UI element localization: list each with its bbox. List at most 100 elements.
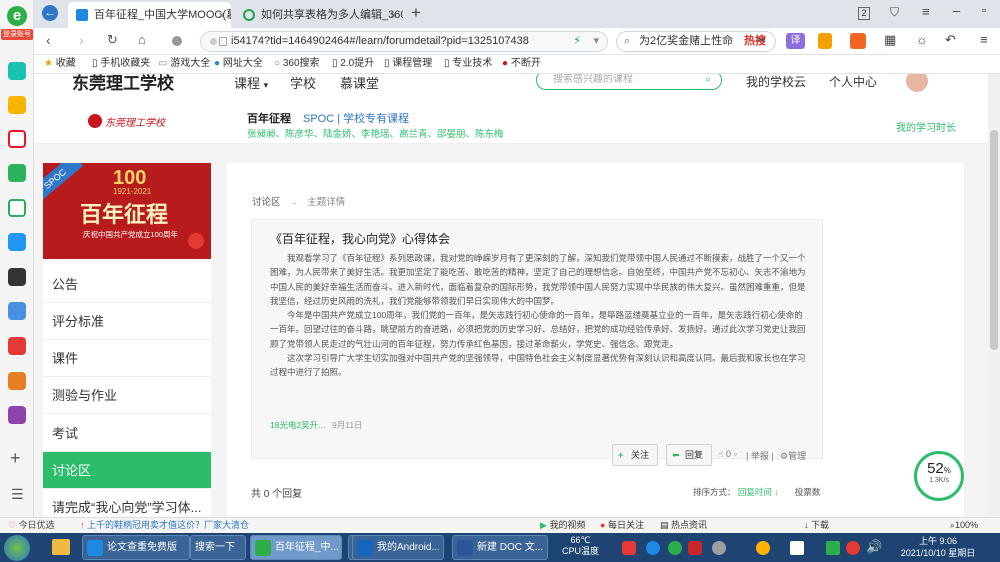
- nav-courses[interactable]: 课程 ▾: [234, 74, 268, 92]
- follow-button[interactable]: + 关注: [612, 444, 658, 466]
- shield-icon[interactable]: [818, 33, 832, 49]
- apps-grid-icon[interactable]: ▦: [884, 32, 896, 48]
- learning-time-link[interactable]: 我的学习时长: [896, 119, 956, 134]
- sort-by-votes[interactable]: 投票数: [795, 487, 821, 497]
- translate-button[interactable]: 译: [786, 33, 805, 49]
- taskbar-search[interactable]: 搜索一下: [190, 535, 246, 560]
- game-app-icon[interactable]: [8, 372, 26, 390]
- tray-icon-s[interactable]: [622, 541, 636, 555]
- maximize-icon[interactable]: ▫: [982, 3, 986, 17]
- ad-link[interactable]: ↑ 上千的鞋柄冠用卖才值这价？厂家大清仓: [80, 518, 249, 533]
- tray-icon-shield[interactable]: [668, 541, 682, 555]
- tray-icon-plus[interactable]: [826, 541, 840, 555]
- volume-icon[interactable]: 🔊: [866, 539, 882, 555]
- bookmark-sites[interactable]: ● 网址大全: [214, 55, 263, 73]
- more-icon[interactable]: ≡: [980, 32, 988, 47]
- course-banner[interactable]: SPOC 100 1921-2021 百年征程 庆祝中国共产党成立100周年: [43, 163, 211, 259]
- reload-icon[interactable]: ↻: [107, 32, 118, 48]
- tab-close-icon[interactable]: ×: [390, 2, 397, 28]
- my-videos-link[interactable]: ▶ 我的视频: [540, 518, 585, 533]
- menu-announcements[interactable]: 公告: [43, 266, 211, 303]
- menu-assignment[interactable]: 请完成“我心向党”学习体...: [43, 489, 211, 517]
- post-author[interactable]: 18光电2吴升...: [270, 419, 325, 431]
- menu-icon[interactable]: ≡: [922, 4, 930, 19]
- report-link[interactable]: | 举报 |: [746, 449, 774, 462]
- quicklaunch-folder-icon[interactable]: [52, 539, 70, 555]
- taskbar-doc[interactable]: 新建 DOC 文...: [452, 535, 548, 560]
- taskbar-mooc-browser[interactable]: 百年征程_中...: [250, 535, 342, 560]
- p-app-icon[interactable]: [8, 233, 26, 251]
- brightness-icon[interactable]: ☼: [916, 32, 928, 47]
- start-button[interactable]: [4, 535, 30, 561]
- menu-exam[interactable]: 考试: [43, 415, 211, 452]
- manage-link[interactable]: ⚙管理: [780, 449, 806, 462]
- page-scrollbar[interactable]: [988, 74, 1000, 517]
- home-icon[interactable]: ⌂: [138, 32, 146, 47]
- shopping-app-icon[interactable]: [8, 337, 26, 355]
- ie-logo-icon[interactable]: e: [7, 6, 27, 26]
- bookmark-tech[interactable]: ▯ 专业技术: [444, 55, 492, 73]
- daily-focus-link[interactable]: ● 每日关注: [600, 518, 644, 533]
- search-icon[interactable]: ⌕: [705, 74, 711, 89]
- zoom-level[interactable]: ⌕100%: [950, 518, 978, 533]
- taskbar-android[interactable]: 我的Android...: [352, 535, 444, 560]
- add-icon[interactable]: +: [10, 448, 21, 469]
- menu-quizzes[interactable]: 测验与作业: [43, 377, 211, 414]
- download-link[interactable]: ↓ 下载: [804, 518, 829, 533]
- tab-counter[interactable]: 2: [858, 7, 870, 20]
- reply-button[interactable]: ⬅ 回复: [666, 444, 712, 466]
- back-icon[interactable]: ‹: [46, 32, 51, 48]
- new-tab-button[interactable]: +: [411, 3, 421, 23]
- tray-icon-w[interactable]: [688, 541, 702, 555]
- back-arrow-icon[interactable]: ←: [42, 5, 58, 21]
- undo-icon[interactable]: ↶: [945, 32, 956, 48]
- menu-courseware[interactable]: 课件: [43, 340, 211, 377]
- bookmark-360[interactable]: ○ 360搜索: [274, 55, 320, 73]
- tray-icon-gear[interactable]: [712, 541, 726, 555]
- url-input[interactable]: i54174?tid=1464902464#/learn/forumdetail…: [200, 31, 608, 52]
- weibo-icon[interactable]: [8, 130, 26, 148]
- cloud-icon[interactable]: [8, 199, 26, 217]
- sort-by-time[interactable]: 回复时间: [738, 487, 772, 497]
- bookmark-nonstop[interactable]: ● 不断开: [502, 55, 541, 73]
- minimize-icon[interactable]: –: [953, 3, 960, 18]
- menu-grading[interactable]: 评分标准: [43, 303, 211, 340]
- cpu-temp[interactable]: 66℃ CPU温度: [562, 535, 599, 557]
- shirt-icon[interactable]: ⛉: [890, 5, 899, 20]
- app-cross-icon[interactable]: [8, 62, 26, 80]
- forward-icon[interactable]: ›: [79, 32, 84, 48]
- course-search-input[interactable]: 搜索感兴趣的课程 ⌕: [536, 74, 722, 90]
- list-menu-icon[interactable]: ☰: [11, 486, 24, 503]
- login-badge[interactable]: 登录账号: [1, 29, 33, 40]
- my-school-cloud-link[interactable]: 我的学校云: [746, 74, 806, 90]
- doc-app-icon[interactable]: [8, 302, 26, 320]
- scissors-icon[interactable]: ✂: [756, 33, 766, 47]
- bookmark-upgrade[interactable]: ▯ 2.0提升: [332, 55, 374, 73]
- hot-news-link[interactable]: ▤ 热点资讯: [660, 518, 707, 533]
- breadcrumb-forum[interactable]: 讨论区: [252, 197, 281, 208]
- taskbar-thesis-check[interactable]: 论文查重免费版: [82, 535, 190, 560]
- nav-mooc-classroom[interactable]: 慕课堂: [340, 74, 379, 92]
- today-picks-link[interactable]: ♡ 今日优选: [8, 518, 55, 533]
- news-app-icon[interactable]: [8, 268, 26, 286]
- tray-icon-red[interactable]: [846, 541, 860, 555]
- network-speed-widget[interactable]: 52% 1.3K/s: [914, 451, 964, 501]
- bookmark-course-mgmt[interactable]: ▯ 课程管理: [384, 55, 432, 73]
- avatar[interactable]: [906, 74, 928, 92]
- personal-center-link[interactable]: 个人中心: [829, 74, 877, 90]
- tab-mooc[interactable]: 百年征程_中国大学MOOC(慕课) ×: [68, 2, 231, 28]
- like-button[interactable]: ☝ 0 ▫: [718, 449, 737, 460]
- nav-school[interactable]: 学校: [290, 74, 316, 92]
- dropdown-icon[interactable]: ▾: [593, 32, 599, 51]
- search-input[interactable]: ⌕ 为2亿奖金赌上性命 热搜: [616, 31, 776, 52]
- game-app-2-icon[interactable]: [8, 406, 26, 424]
- clock[interactable]: 上午 9:06 2021/10/10 星期日: [882, 535, 994, 559]
- tray-icon-network[interactable]: [790, 541, 804, 555]
- fox-icon[interactable]: [850, 33, 866, 49]
- tray-icon-person[interactable]: [756, 541, 770, 555]
- tray-icon-circle[interactable]: [646, 541, 660, 555]
- scrollbar-thumb[interactable]: [990, 130, 998, 350]
- mail-icon[interactable]: [8, 164, 26, 182]
- tab-close-icon[interactable]: ×: [218, 2, 225, 28]
- bookmark-mobile[interactable]: ▯ 手机收藏夹: [92, 55, 150, 73]
